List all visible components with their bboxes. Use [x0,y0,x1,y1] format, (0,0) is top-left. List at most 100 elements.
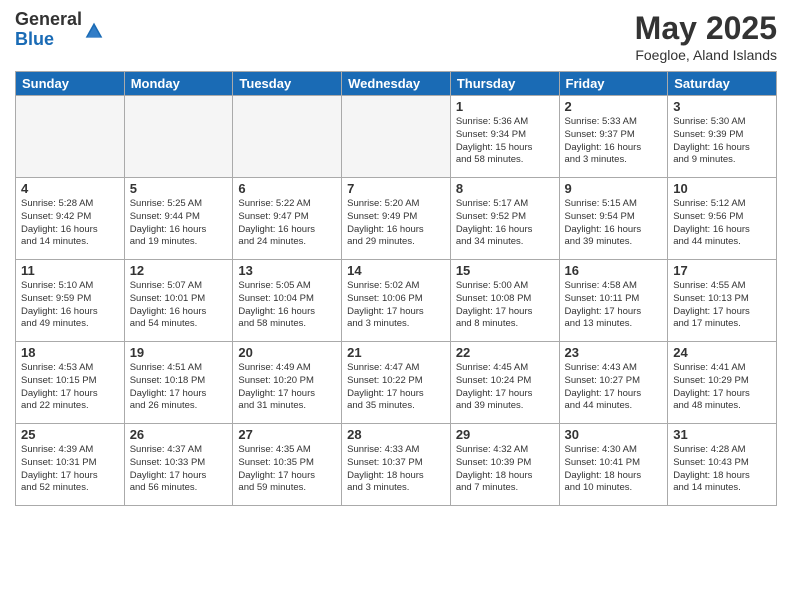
calendar-cell: 31 Sunrise: 4:28 AM Sunset: 10:43 PM Dayl… [668,424,777,506]
calendar-cell [233,96,342,178]
calendar-week-5: 25Sunrise: 4:39 AM Sunset: 10:31 PM Dayl… [16,424,777,506]
logo-general: General [15,10,82,30]
calendar-cell: 29Sunrise: 4:32 AM Sunset: 10:39 PM Dayl… [450,424,559,506]
calendar-week-2: 4 Sunrise: 5:28 AM Sunset: 9:42 PM Daylig… [16,178,777,260]
day-info: Sunrise: 5:15 AM Sunset: 9:54 PM Dayligh… [565,198,663,249]
day-number: 31 [673,427,771,442]
day-info: Sunrise: 5:05 AM Sunset: 10:04 PM Daylig… [238,280,336,331]
day-info: Sunrise: 4:49 AM Sunset: 10:20 PM Daylig… [238,362,336,413]
calendar-cell: 12 Sunrise: 5:07 AM Sunset: 10:01 PM Dayl… [124,260,233,342]
day-number: 13 [238,263,336,278]
logo-text: General Blue [15,10,82,50]
day-info: Sunrise: 4:47 AM Sunset: 10:22 PM Daylig… [347,362,445,413]
calendar-cell [124,96,233,178]
col-saturday: Saturday [668,72,777,96]
logo: General Blue [15,10,104,50]
day-info: Sunrise: 5:00 AM Sunset: 10:08 PM Daylig… [456,280,554,331]
day-info: Sunrise: 5:17 AM Sunset: 9:52 PM Dayligh… [456,198,554,249]
col-friday: Friday [559,72,668,96]
day-number: 21 [347,345,445,360]
day-number: 25 [21,427,119,442]
day-info: Sunrise: 5:12 AM Sunset: 9:56 PM Dayligh… [673,198,771,249]
calendar-cell: 9 Sunrise: 5:15 AM Sunset: 9:54 PM Daylig… [559,178,668,260]
day-info: Sunrise: 5:33 AM Sunset: 9:37 PM Dayligh… [565,116,663,167]
day-info: Sunrise: 5:25 AM Sunset: 9:44 PM Dayligh… [130,198,228,249]
day-number: 20 [238,345,336,360]
day-info: Sunrise: 4:53 AM Sunset: 10:15 PM Daylig… [21,362,119,413]
day-number: 24 [673,345,771,360]
day-info: Sunrise: 5:30 AM Sunset: 9:39 PM Dayligh… [673,116,771,167]
calendar-cell: 4 Sunrise: 5:28 AM Sunset: 9:42 PM Daylig… [16,178,125,260]
calendar-cell [16,96,125,178]
header-row: Sunday Monday Tuesday Wednesday Thursday… [16,72,777,96]
calendar-cell: 3 Sunrise: 5:30 AM Sunset: 9:39 PM Daylig… [668,96,777,178]
day-info: Sunrise: 5:02 AM Sunset: 10:06 PM Daylig… [347,280,445,331]
day-info: Sunrise: 4:28 AM Sunset: 10:43 PM Daylig… [673,444,771,495]
month-title: May 2025 [635,10,777,47]
header: General Blue May 2025 Foegloe, Aland Isl… [15,10,777,63]
day-number: 16 [565,263,663,278]
day-number: 5 [130,181,228,196]
calendar-cell: 11 Sunrise: 5:10 AM Sunset: 9:59 PM Dayli… [16,260,125,342]
calendar-cell: 30 Sunrise: 4:30 AM Sunset: 10:41 PM Dayl… [559,424,668,506]
calendar-cell: 7Sunrise: 5:20 AM Sunset: 9:49 PM Daylig… [342,178,451,260]
day-number: 30 [565,427,663,442]
day-number: 1 [456,99,554,114]
calendar-cell [342,96,451,178]
day-number: 8 [456,181,554,196]
day-number: 22 [456,345,554,360]
col-tuesday: Tuesday [233,72,342,96]
day-info: Sunrise: 5:28 AM Sunset: 9:42 PM Dayligh… [21,198,119,249]
logo-blue: Blue [15,30,82,50]
logo-icon [84,21,104,41]
calendar-cell: 14 Sunrise: 5:02 AM Sunset: 10:06 PM Dayl… [342,260,451,342]
calendar-cell: 8 Sunrise: 5:17 AM Sunset: 9:52 PM Daylig… [450,178,559,260]
day-number: 7 [347,181,445,196]
day-number: 11 [21,263,119,278]
day-number: 26 [130,427,228,442]
calendar-cell: 5 Sunrise: 5:25 AM Sunset: 9:44 PM Daylig… [124,178,233,260]
day-info: Sunrise: 4:55 AM Sunset: 10:13 PM Daylig… [673,280,771,331]
day-info: Sunrise: 4:35 AM Sunset: 10:35 PM Daylig… [238,444,336,495]
calendar: Sunday Monday Tuesday Wednesday Thursday… [15,71,777,506]
day-info: Sunrise: 4:43 AM Sunset: 10:27 PM Daylig… [565,362,663,413]
calendar-cell: 13 Sunrise: 5:05 AM Sunset: 10:04 PM Dayl… [233,260,342,342]
day-info: Sunrise: 4:45 AM Sunset: 10:24 PM Daylig… [456,362,554,413]
day-info: Sunrise: 4:58 AM Sunset: 10:11 PM Daylig… [565,280,663,331]
day-info: Sunrise: 5:36 AM Sunset: 9:34 PM Dayligh… [456,116,554,167]
calendar-cell: 18 Sunrise: 4:53 AM Sunset: 10:15 PM Dayl… [16,342,125,424]
calendar-cell: 15 Sunrise: 5:00 AM Sunset: 10:08 PM Dayl… [450,260,559,342]
day-number: 12 [130,263,228,278]
day-info: Sunrise: 5:10 AM Sunset: 9:59 PM Dayligh… [21,280,119,331]
day-number: 15 [456,263,554,278]
calendar-cell: 6Sunrise: 5:22 AM Sunset: 9:47 PM Daylig… [233,178,342,260]
calendar-cell: 10Sunrise: 5:12 AM Sunset: 9:56 PM Dayli… [668,178,777,260]
day-number: 9 [565,181,663,196]
title-area: May 2025 Foegloe, Aland Islands [635,10,777,63]
calendar-week-3: 11 Sunrise: 5:10 AM Sunset: 9:59 PM Dayli… [16,260,777,342]
day-number: 18 [21,345,119,360]
calendar-cell: 20 Sunrise: 4:49 AM Sunset: 10:20 PM Dayl… [233,342,342,424]
day-number: 4 [21,181,119,196]
day-info: Sunrise: 4:41 AM Sunset: 10:29 PM Daylig… [673,362,771,413]
day-info: Sunrise: 4:30 AM Sunset: 10:41 PM Daylig… [565,444,663,495]
day-info: Sunrise: 5:07 AM Sunset: 10:01 PM Daylig… [130,280,228,331]
day-number: 14 [347,263,445,278]
page: General Blue May 2025 Foegloe, Aland Isl… [0,0,792,612]
calendar-cell: 27Sunrise: 4:35 AM Sunset: 10:35 PM Dayl… [233,424,342,506]
calendar-cell: 21 Sunrise: 4:47 AM Sunset: 10:22 PM Dayl… [342,342,451,424]
day-info: Sunrise: 4:51 AM Sunset: 10:18 PM Daylig… [130,362,228,413]
day-number: 28 [347,427,445,442]
day-number: 2 [565,99,663,114]
col-sunday: Sunday [16,72,125,96]
calendar-cell: 24 Sunrise: 4:41 AM Sunset: 10:29 PM Dayl… [668,342,777,424]
day-number: 3 [673,99,771,114]
col-wednesday: Wednesday [342,72,451,96]
calendar-week-4: 18 Sunrise: 4:53 AM Sunset: 10:15 PM Dayl… [16,342,777,424]
day-number: 17 [673,263,771,278]
col-monday: Monday [124,72,233,96]
calendar-cell: 19Sunrise: 4:51 AM Sunset: 10:18 PM Dayl… [124,342,233,424]
day-info: Sunrise: 4:37 AM Sunset: 10:33 PM Daylig… [130,444,228,495]
calendar-cell: 16 Sunrise: 4:58 AM Sunset: 10:11 PM Dayl… [559,260,668,342]
calendar-cell: 22 Sunrise: 4:45 AM Sunset: 10:24 PM Dayl… [450,342,559,424]
